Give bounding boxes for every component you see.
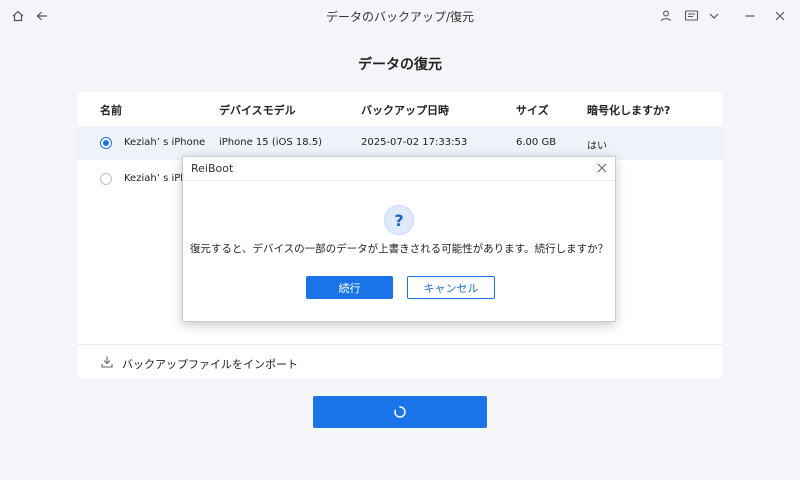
dialog-message: 復元すると、デバイスの一部のデータが上書きされる可能性があります。続行しますか？ [189,243,609,255]
chevron-down-icon[interactable] [704,6,724,26]
confirm-dialog: ReiBoot ? 復元すると、デバイスの一部のデータが上書きされる可能性があり… [182,156,616,322]
row-encrypted: はい [587,141,607,152]
minimize-icon[interactable] [740,6,760,26]
row-size: 6.00 GB [516,137,557,148]
column-header-size: サイズ [516,104,549,117]
row-radio-selected[interactable] [100,137,112,149]
loading-spinner-icon [394,403,406,422]
row-name: Keziah’ s iPhone [124,137,206,148]
column-header-encrypted: 暗号化しますか? [587,104,671,117]
table-header: 名前 デバイスモデル バックアップ日時 サイズ 暗号化しますか? [78,92,722,126]
dialog-close-icon[interactable] [594,160,610,176]
column-header-name: 名前 [100,104,122,117]
import-backup-button[interactable]: バックアップファイルをインポート [78,344,722,378]
row-radio[interactable] [100,173,112,185]
user-icon[interactable] [656,6,676,26]
import-label: バックアップファイルをインポート [122,358,298,371]
close-icon[interactable] [770,6,790,26]
continue-button[interactable]: 続行 [306,276,393,299]
row-model: iPhone 15 (iOS 18.5) [219,137,323,148]
cancel-button[interactable]: キャンセル [407,276,495,299]
page-title: データの復元 [358,57,442,73]
feedback-icon[interactable] [681,6,701,26]
column-header-date: バックアップ日時 [361,104,449,117]
window-title: データのバックアップ/復元 [325,10,475,24]
dialog-title-bar: ReiBoot [183,157,615,181]
restore-button[interactable] [313,396,487,428]
row-name: Keziah’ s iPh [124,173,187,184]
column-header-model: デバイスモデル [219,104,296,117]
table-row[interactable]: Keziah’ s iPhone iPhone 15 (iOS 18.5) 20… [78,126,722,160]
import-icon [100,355,114,369]
question-icon: ? [384,205,414,235]
title-bar: データのバックアップ/復元 [0,0,800,32]
row-date: 2025-07-02 17:33:53 [361,137,468,148]
dialog-title: ReiBoot [191,162,234,175]
